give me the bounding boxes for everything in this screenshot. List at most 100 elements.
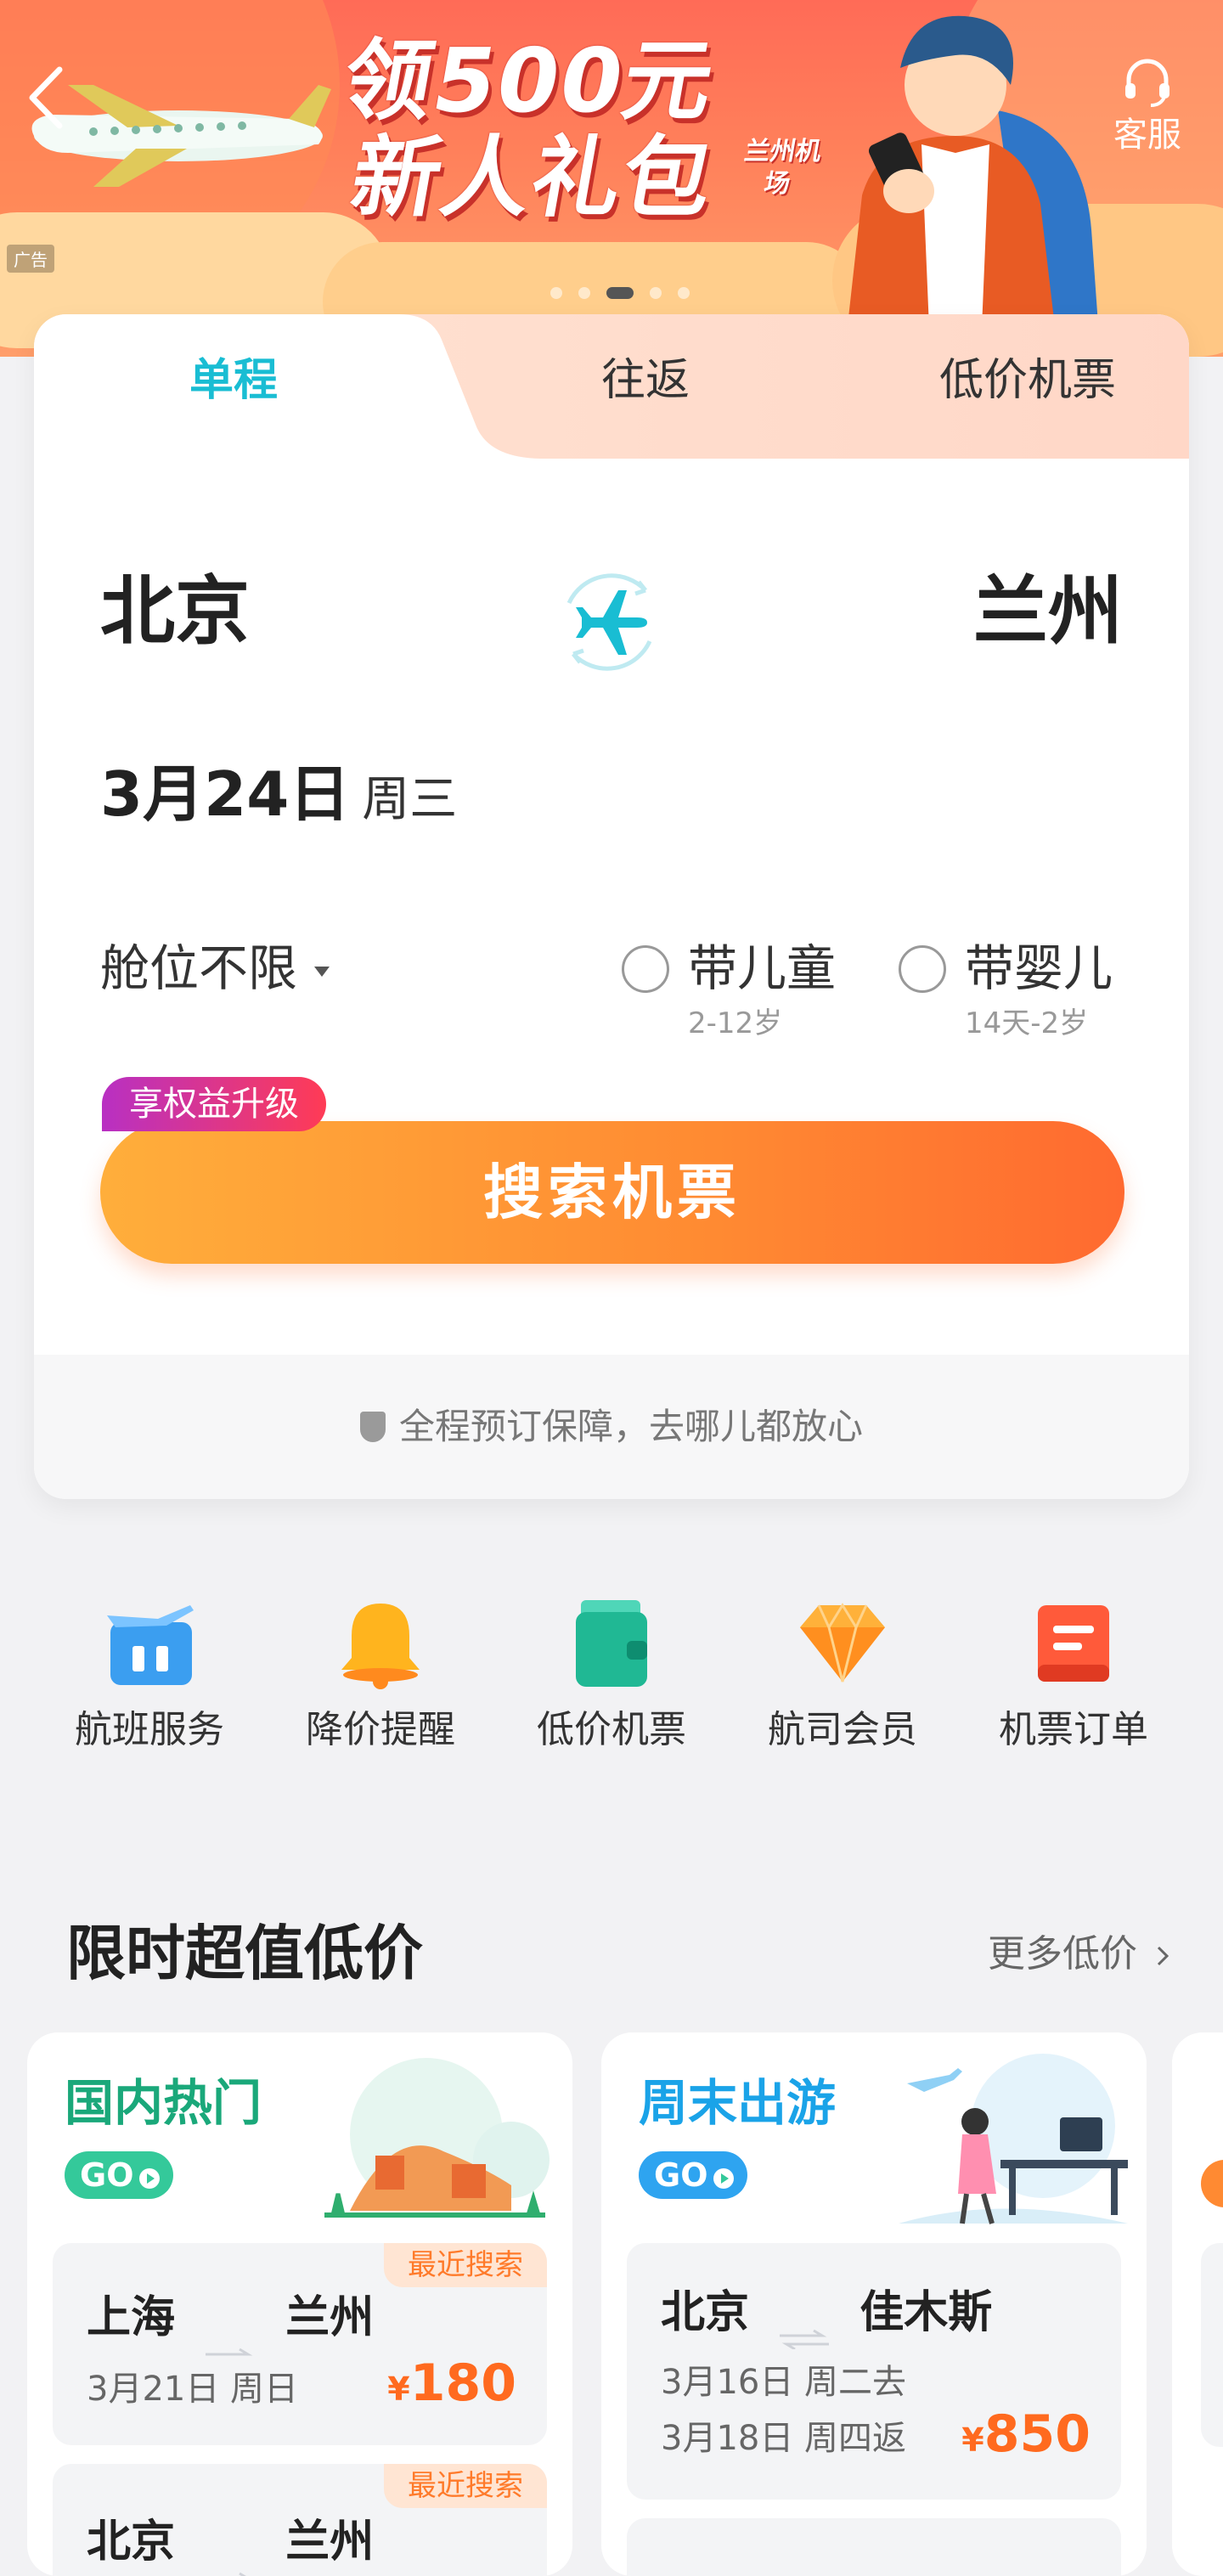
route-to: 佳木斯	[859, 2287, 993, 2338]
recent-search-tag: 最近搜索	[384, 2243, 547, 2287]
child-radio[interactable]	[622, 945, 669, 993]
cabin-class-select[interactable]: 舱位不限	[100, 939, 330, 998]
price-value: 850	[983, 2404, 1091, 2464]
deal-card-domestic[interactable]: 国内热门 GO 最近搜索 上海 兰州 3月21日 周日 ¥180 最近搜索 北京…	[27, 2032, 572, 2576]
shield-icon	[359, 1412, 386, 1442]
go-button	[1201, 2160, 1223, 2207]
tab-one-way[interactable]: 单程	[127, 355, 340, 406]
route-from: 上海	[87, 2292, 176, 2343]
bell-icon	[330, 1597, 431, 1690]
quick-link-label: 航班服务	[75, 1708, 224, 1751]
route-date: 3月21日 周日	[87, 2370, 299, 2409]
date-value: 3月24日	[100, 758, 351, 830]
departure-city[interactable]: 北京	[100, 569, 250, 654]
caret-down-icon	[314, 966, 330, 977]
date-weekday: 周三	[362, 772, 458, 827]
flight-search-card: 单程 往返 低价机票 北京 兰州 3月24日 周三 舱位不限 带儿童 2-12岁 …	[34, 314, 1189, 1499]
quick-link-label: 航司会员	[768, 1708, 917, 1751]
deal-card-peek[interactable]	[1172, 2032, 1223, 2576]
deals-section-title: 限时超值低价	[66, 1919, 423, 1988]
play-icon	[713, 2168, 734, 2189]
one-way-arrow-icon	[206, 2540, 255, 2576]
route-cities: 北京 佳木斯	[661, 2287, 993, 2351]
quick-link-label: 低价机票	[537, 1708, 686, 1751]
chevron-right-icon	[1157, 1946, 1169, 1966]
carousel-dot	[678, 286, 690, 299]
customer-service-label: 客服	[1113, 116, 1181, 155]
one-way-arrow-icon	[206, 2316, 255, 2356]
diamond-icon	[792, 1597, 893, 1690]
child-option-label: 带儿童	[688, 939, 837, 997]
route-price: ¥850	[961, 2406, 1091, 2468]
route-cities: 上海 兰州	[87, 2292, 375, 2356]
go-label: GO	[654, 2156, 708, 2194]
child-age-range: 2-12岁	[688, 1006, 783, 1040]
recent-search-tag: 最近搜索	[384, 2464, 547, 2508]
wallet-icon	[561, 1597, 662, 1690]
quick-link-label: 降价提醒	[306, 1708, 455, 1751]
price-value: 180	[409, 2353, 516, 2413]
flight-service-icon	[99, 1597, 200, 1690]
ad-tag: 广告	[7, 245, 54, 273]
more-deals-link[interactable]: 更多低价	[988, 1931, 1171, 1977]
banner-title: 领500元 新人礼包	[318, 29, 794, 229]
banner-badge: 兰州机场	[741, 137, 824, 199]
cabin-class-label: 舱位不限	[100, 939, 298, 997]
currency-symbol: ¥	[961, 2421, 984, 2459]
deal-card-title: 周末出游	[639, 2074, 837, 2132]
carousel-dot	[650, 286, 662, 299]
banner-title-line1: 领500元	[335, 29, 724, 132]
swap-cities-button[interactable]	[544, 556, 675, 688]
order-icon	[1023, 1597, 1124, 1690]
search-flights-button[interactable]: 搜索机票	[100, 1121, 1124, 1264]
carousel-dot-active	[606, 286, 634, 299]
route-item	[1201, 2243, 1223, 2447]
route-from: 北京	[87, 2517, 176, 2568]
route-item[interactable]: 最近搜索 北京 兰州	[53, 2464, 547, 2576]
route-price: ¥180	[387, 2355, 516, 2417]
quick-link-orders[interactable]: 机票订单	[980, 1597, 1167, 1753]
customer-service-button[interactable]: 客服	[1101, 54, 1194, 165]
go-button[interactable]: GO	[639, 2151, 747, 2199]
arrival-city[interactable]: 兰州	[973, 569, 1123, 654]
carousel-dot	[578, 286, 591, 299]
back-button[interactable]	[17, 59, 76, 136]
assurance-footer: 全程预订保障，去哪儿都放心	[34, 1355, 1189, 1499]
deal-card-weekend[interactable]: 周末出游 GO 北京 佳木斯 3月16日 周二去 3月18日 周四返 ¥850	[601, 2032, 1147, 2576]
departure-date[interactable]: 3月24日 周三	[100, 760, 457, 834]
great-wall-illustration	[324, 2058, 550, 2218]
route-item[interactable]: 最近搜索 上海 兰州 3月21日 周日 ¥180	[53, 2243, 547, 2445]
tab-low-price[interactable]: 低价机票	[892, 355, 1164, 406]
route-to: 兰州	[285, 2292, 375, 2343]
headset-icon	[1125, 59, 1169, 107]
promo-banner[interactable]: 领500元 新人礼包 兰州机场 客服 广告	[0, 0, 1223, 357]
route-date-back: 3月18日 周四返	[661, 2419, 907, 2458]
quick-link-price-alert[interactable]: 降价提醒	[287, 1597, 474, 1753]
tab-round-trip[interactable]: 往返	[544, 355, 747, 406]
go-label: GO	[80, 2156, 134, 2194]
deal-card-title: 国内热门	[65, 2074, 262, 2132]
carousel-dot	[550, 286, 562, 299]
quick-link-low-price[interactable]: 低价机票	[518, 1597, 705, 1753]
banner-title-line2: 新人礼包	[343, 126, 723, 229]
infant-radio[interactable]	[899, 945, 946, 993]
route-item[interactable]	[627, 2518, 1121, 2576]
go-button[interactable]: GO	[65, 2151, 173, 2199]
chevron-left-icon	[29, 66, 63, 129]
quick-link-label: 机票订单	[999, 1708, 1148, 1751]
route-cities: 北京 兰州	[87, 2517, 374, 2576]
route-item[interactable]: 北京 佳木斯 3月16日 周二去 3月18日 周四返 ¥850	[627, 2243, 1121, 2500]
infant-age-range: 14天-2岁	[965, 1006, 1089, 1040]
carousel-indicator	[550, 284, 702, 299]
route-from: 北京	[661, 2287, 750, 2338]
assurance-text: 全程预订保障，去哪儿都放心	[398, 1406, 863, 1447]
route-date-out: 3月16日 周二去	[661, 2363, 907, 2402]
more-deals-label: 更多低价	[988, 1932, 1137, 1976]
quick-link-airline-membership[interactable]: 航司会员	[749, 1597, 936, 1753]
infant-option-label: 带婴儿	[965, 939, 1113, 997]
airplane-swap-icon	[566, 573, 652, 671]
play-icon	[138, 2168, 160, 2189]
quick-link-flight-service[interactable]: 航班服务	[56, 1597, 243, 1753]
perk-upgrade-badge: 享权益升级	[102, 1077, 326, 1131]
traveler-illustration	[845, 15, 1100, 348]
